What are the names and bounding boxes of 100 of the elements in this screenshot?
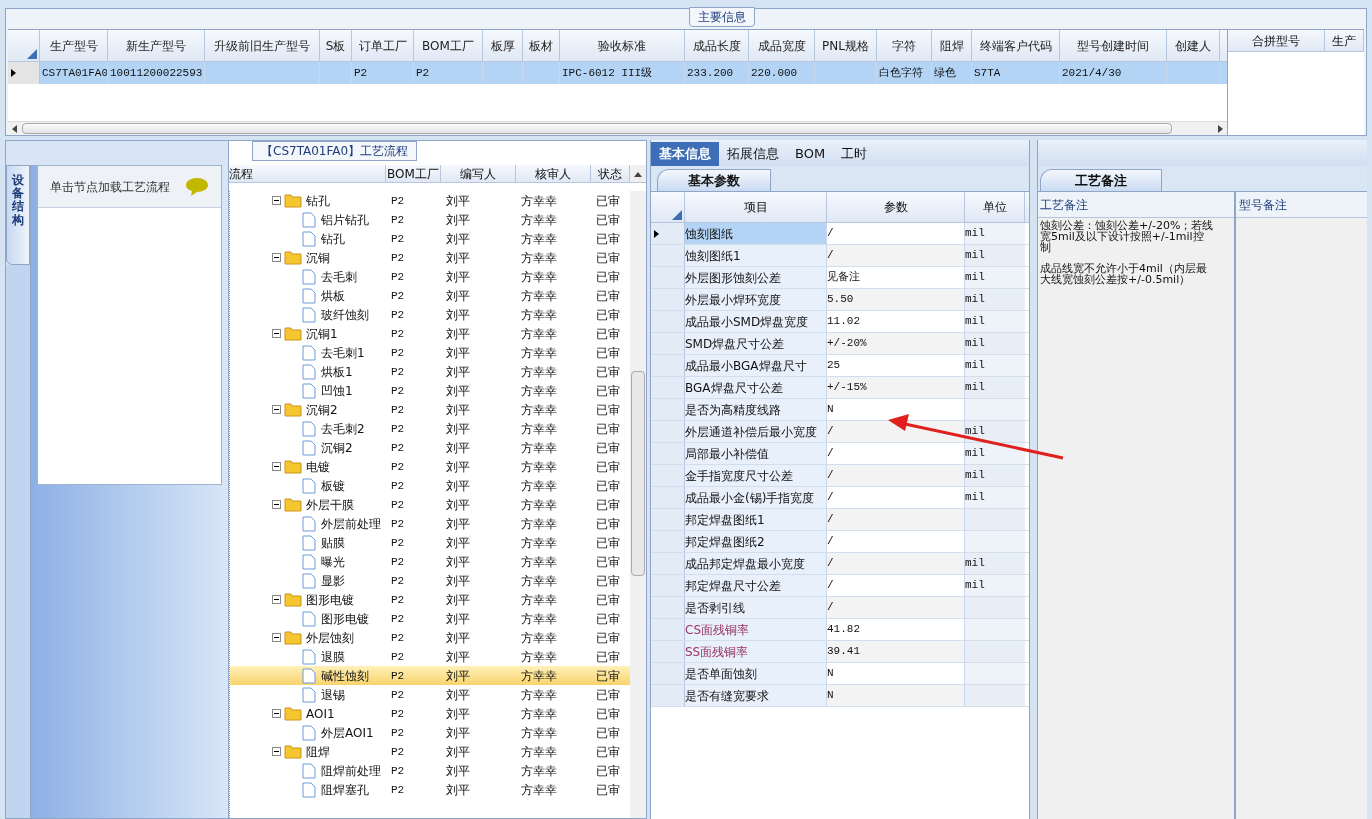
- column-header[interactable]: 验收标准: [560, 30, 685, 61]
- tree-row[interactable]: 外层蚀刻 P2 刘平 方幸幸 已审: [230, 628, 630, 647]
- tab[interactable]: 基本信息: [651, 142, 719, 166]
- vertical-tab[interactable]: 设备结构: [6, 165, 30, 265]
- tree-row[interactable]: 烘板1 P2 刘平 方幸幸 已审: [230, 362, 630, 381]
- tab[interactable]: 基本参数: [657, 169, 771, 191]
- tree-row[interactable]: 铝片钻孔 P2 刘平 方幸幸 已审: [230, 210, 630, 229]
- column-header[interactable]: 编写人: [441, 165, 516, 182]
- tree-row[interactable]: 沉铜 P2 刘平 方幸幸 已审: [230, 248, 630, 267]
- tree-row[interactable]: 显影 P2 刘平 方幸幸 已审: [230, 571, 630, 590]
- collapse-toggle-icon[interactable]: [272, 709, 281, 718]
- collapse-toggle-icon[interactable]: [272, 595, 281, 604]
- column-header[interactable]: PNL规格: [815, 30, 877, 61]
- table-cell: 外层通道补偿后最小宽度: [685, 421, 827, 442]
- column-header[interactable]: 板厚: [483, 30, 523, 61]
- tree-row[interactable]: 退锡 P2 刘平 方幸幸 已审: [230, 685, 630, 704]
- column-header[interactable]: 型号创建时间: [1060, 30, 1167, 61]
- table-cell: P2: [391, 252, 405, 265]
- column-header[interactable]: 成品长度: [685, 30, 749, 61]
- collapse-toggle-icon[interactable]: [272, 196, 281, 205]
- tree-row[interactable]: 沉铜2 P2 刘平 方幸幸 已审: [230, 438, 630, 457]
- table-cell: 方幸幸: [521, 326, 557, 341]
- tab[interactable]: BOM: [787, 142, 834, 166]
- column-header[interactable]: BOM工厂: [386, 165, 441, 182]
- column-header[interactable]: 生产型号: [40, 30, 108, 61]
- tree-node-label: 曝光: [321, 553, 345, 571]
- process-note-field[interactable]: 蚀刻公差：蚀刻公差+/-20%；若线宽5mil及以下设计按照+/-1mil控制 成品线宽不允许小于4mil（内层最大线宽蚀刻公差按+/-0.5mil）: [1038, 218, 1234, 819]
- column-header[interactable]: BOM工厂: [414, 30, 483, 61]
- tree-row[interactable]: 贴膜 P2 刘平 方幸幸 已审: [230, 533, 630, 552]
- table-cell: 是否剥引线: [685, 597, 827, 618]
- table-cell: P2: [391, 537, 405, 550]
- column-header[interactable]: 单位: [965, 192, 1025, 222]
- tree-row[interactable]: 退膜 P2 刘平 方幸幸 已审: [230, 647, 630, 666]
- column-header[interactable]: 成品宽度: [749, 30, 815, 61]
- collapse-toggle-icon[interactable]: [272, 500, 281, 509]
- table-cell: 已审: [596, 364, 620, 379]
- table-cell: 方幸幸: [521, 611, 557, 626]
- table-row[interactable]: CS7TA01FA0 10011200022593 P2 P2 IPC-6012 III级 233.200 220.000 白色字符 绿色 S7TA 2021/4/30: [8, 62, 1227, 84]
- tree-row[interactable]: 电镀 P2 刘平 方幸幸 已审: [230, 457, 630, 476]
- column-header[interactable]: 订单工厂: [352, 30, 414, 61]
- tree-row[interactable]: 凹蚀1 P2 刘平 方幸幸 已审: [230, 381, 630, 400]
- tab[interactable]: 工时: [833, 142, 876, 166]
- tree-row[interactable]: 去毛刺1 P2 刘平 方幸幸 已审: [230, 343, 630, 362]
- tree-row[interactable]: 去毛刺2 P2 刘平 方幸幸 已审: [230, 419, 630, 438]
- tree-row[interactable]: 钻孔 P2 刘平 方幸幸 已审: [230, 229, 630, 248]
- tree-row[interactable]: 板镀 P2 刘平 方幸幸 已审: [230, 476, 630, 495]
- table-cell: P2: [391, 214, 405, 227]
- table-cell-text: P2: [416, 65, 430, 81]
- tree-row[interactable]: 外层前处理 P2 刘平 方幸幸 已审: [230, 514, 630, 533]
- tree-row[interactable]: 外层AOI1 P2 刘平 方幸幸 已审: [230, 723, 630, 742]
- tree-row[interactable]: 玻纤蚀刻 P2 刘平 方幸幸 已审: [230, 305, 630, 324]
- tab[interactable]: 拓展信息: [719, 142, 787, 166]
- table-cell: 是否单面蚀刻: [685, 663, 827, 684]
- table-cell-text: P2: [354, 65, 368, 81]
- tree-row[interactable]: 图形电镀 P2 刘平 方幸幸 已审: [230, 590, 630, 609]
- tree-row[interactable]: 阻焊塞孔 P2 刘平 方幸幸 已审: [230, 780, 630, 799]
- folder-icon: [284, 497, 302, 512]
- table-cell: 已审: [596, 421, 620, 436]
- column-header[interactable]: 参数: [827, 192, 965, 222]
- tree-row[interactable]: AOI1 P2 刘平 方幸幸 已审: [230, 704, 630, 723]
- tree-row[interactable]: 阻焊前处理 P2 刘平 方幸幸 已审: [230, 761, 630, 780]
- column-header[interactable]: 字符: [877, 30, 932, 61]
- table-cell: 已审: [596, 231, 620, 246]
- tree-row[interactable]: 阻焊 P2 刘平 方幸幸 已审: [230, 742, 630, 761]
- tree-row[interactable]: 去毛刺 P2 刘平 方幸幸 已审: [230, 267, 630, 286]
- collapse-toggle-icon[interactable]: [272, 462, 281, 471]
- scrollbar-thumb[interactable]: [631, 371, 645, 576]
- column-header[interactable]: 板材: [523, 30, 560, 61]
- tree-row[interactable]: 外层干膜 P2 刘平 方幸幸 已审: [230, 495, 630, 514]
- tree-row[interactable]: 烘板 P2 刘平 方幸幸 已审: [230, 286, 630, 305]
- collapse-toggle-icon[interactable]: [272, 747, 281, 756]
- tree-row[interactable]: 沉铜2 P2 刘平 方幸幸 已审: [230, 400, 630, 419]
- column-header[interactable]: 合拼型号: [1228, 30, 1325, 51]
- collapse-toggle-icon[interactable]: [272, 253, 281, 262]
- tree-row[interactable]: 曝光 P2 刘平 方幸幸 已审: [230, 552, 630, 571]
- column-header[interactable]: 创建人: [1167, 30, 1220, 61]
- column-header[interactable]: 核审人: [516, 165, 591, 182]
- collapse-toggle-icon[interactable]: [272, 633, 281, 642]
- table-cell: P2: [391, 499, 405, 512]
- collapse-toggle-icon[interactable]: [272, 405, 281, 414]
- tree-row[interactable]: 碱性蚀刻 P2 刘平 方幸幸 已审: [230, 666, 630, 685]
- column-header[interactable]: S板: [320, 30, 352, 61]
- tree-node-label: 图形电镀: [321, 610, 369, 628]
- group-title: 【CS7TA01FA0】工艺流程: [252, 141, 418, 161]
- column-header[interactable]: 生产: [1325, 30, 1364, 51]
- tree-row[interactable]: 沉铜1 P2 刘平 方幸幸 已审: [230, 324, 630, 343]
- tree-row[interactable]: 图形电镀 P2 刘平 方幸幸 已审: [230, 609, 630, 628]
- column-header[interactable]: 项目: [685, 192, 827, 222]
- tab[interactable]: 工艺备注: [1040, 169, 1162, 191]
- table-cell: BGA焊盘尺寸公差: [685, 377, 827, 398]
- column-header[interactable]: 终端客户代码: [972, 30, 1060, 61]
- column-header[interactable]: 阻焊: [932, 30, 972, 61]
- collapse-toggle-icon[interactable]: [272, 329, 281, 338]
- tree-row[interactable]: 钻孔 P2 刘平 方幸幸 已审: [230, 191, 630, 210]
- document-icon: [302, 781, 316, 798]
- column-header[interactable]: 新生产型号: [108, 30, 205, 61]
- column-header[interactable]: 升级前旧生产型号: [205, 30, 320, 61]
- column-header[interactable]: 流程: [229, 165, 386, 182]
- table-cell: /: [827, 531, 965, 552]
- scrollbar-thumb[interactable]: [22, 123, 1172, 134]
